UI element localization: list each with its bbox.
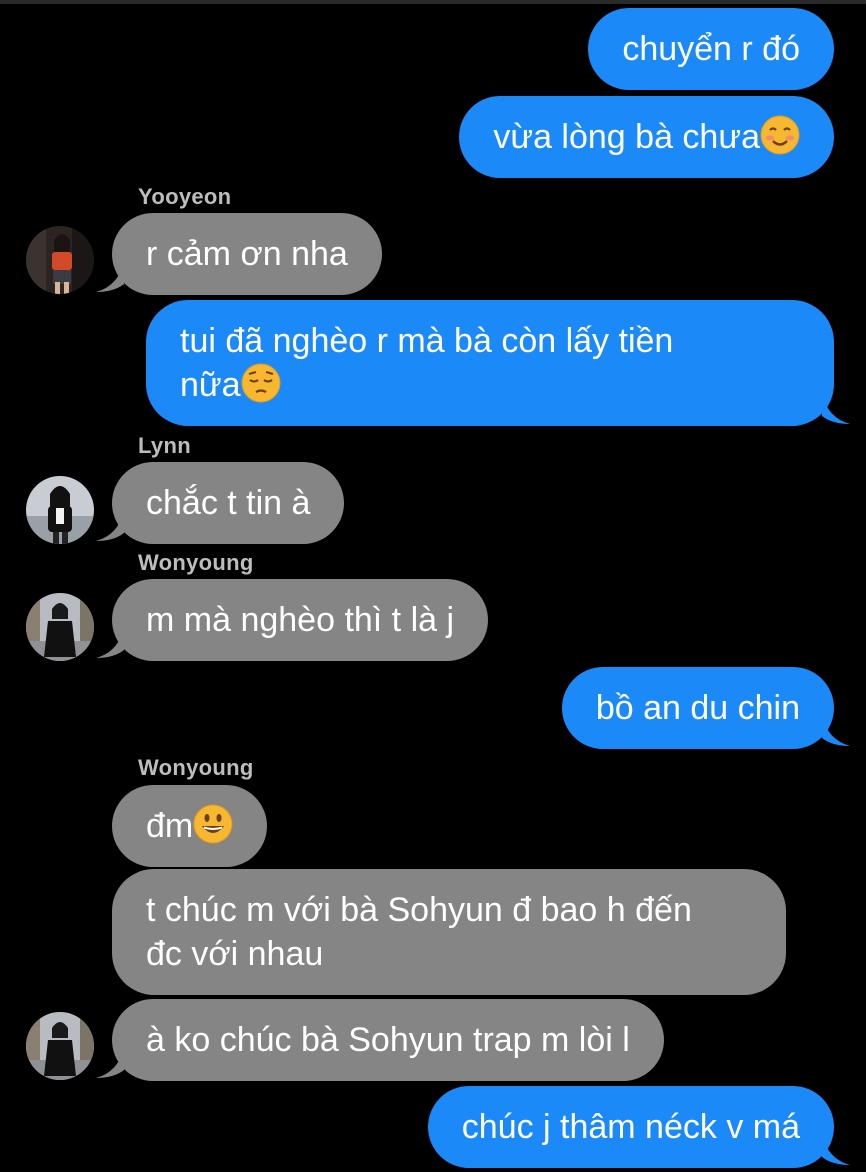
avatar[interactable] [26,226,94,294]
outgoing-message-bubble[interactable]: chuyển r đó [588,8,834,90]
sender-name: Wonyoung [138,755,254,780]
incoming-message-bubble[interactable]: chắc t tin à [112,462,345,544]
bubble-tail [822,394,850,424]
bubble-tail [96,262,124,292]
sender-name: Wonyoung [138,550,254,575]
outgoing-message-bubble[interactable]: tui đã nghèo r mà bà còn lấy tiền nữa [146,300,834,426]
avatar[interactable] [26,1012,94,1080]
avatar[interactable] [26,593,94,661]
message-text: đm [146,807,194,845]
sender-name: Lynn [138,433,191,458]
smiling-face-emoji [760,115,800,155]
message-text: à ko chúc bà Sohyun trap m lòi l [146,1021,630,1059]
incoming-message-bubble[interactable]: t chúc m với bà Sohyun đ bao h đến đc vớ… [112,869,786,995]
grinning-face-emoji [193,804,233,844]
incoming-message-bubble[interactable]: đm [112,785,268,867]
message-text: r cảm ơn nha [146,235,348,273]
message-text-line: nữa [180,366,241,404]
message-text: m mà nghèo thì t là j [146,601,455,639]
message-text: chúc j thâm néck v má [461,1108,800,1146]
lynn-avatar [26,476,94,544]
bubble-tail [822,1135,850,1165]
outgoing-message-bubble[interactable]: vừa lòng bà chưa [459,96,834,178]
bubble-tail [96,511,124,541]
message-text-line: t chúc m với bà Sohyun đ bao h đến [146,891,692,929]
bubble-tail [96,628,124,658]
bubble-tail [822,716,850,746]
message-text-line: đc với nhau [146,935,324,973]
message-text: chắc t tin à [146,484,311,522]
bubble-tail [96,1048,124,1078]
wonyoung-avatar [26,1012,94,1080]
message-text-line: tui đã nghèo r mà bà còn lấy tiền [180,322,674,360]
outgoing-message-bubble[interactable]: bồ an du chin [561,667,834,749]
incoming-message-bubble[interactable]: m mà nghèo thì t là j [112,579,489,661]
yooyeon-avatar [26,226,94,294]
top-divider [0,0,866,4]
incoming-message-bubble[interactable]: à ko chúc bà Sohyun trap m lòi l [112,999,664,1081]
message-text: chuyển r đó [622,30,800,68]
pensive-face-emoji [241,363,281,403]
message-text: bồ an du chin [595,689,800,727]
sender-name: Yooyeon [138,184,232,209]
avatar[interactable] [26,476,94,544]
outgoing-message-bubble[interactable]: chúc j thâm néck v má [427,1086,834,1168]
incoming-message-bubble[interactable]: r cảm ơn nha [112,213,382,295]
wonyoung-avatar [26,593,94,661]
message-text: vừa lòng bà chưa [493,118,760,156]
